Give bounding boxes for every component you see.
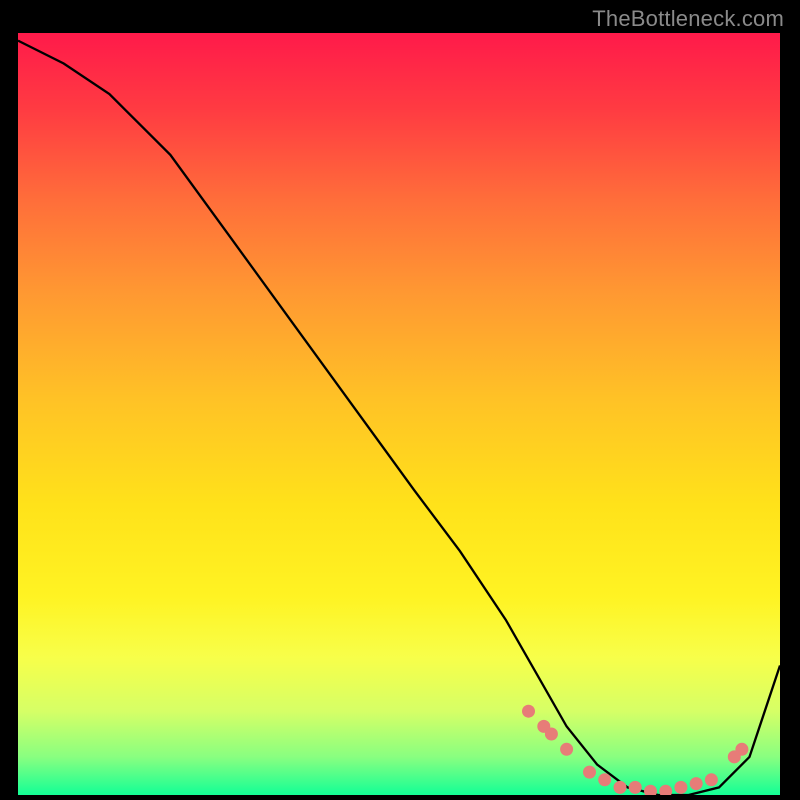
marker-dot: [644, 785, 657, 795]
marker-dot: [674, 781, 687, 794]
bottleneck-curve: [18, 41, 780, 795]
highlight-dots: [522, 705, 748, 795]
marker-dot: [560, 743, 573, 756]
marker-dot: [705, 773, 718, 786]
marker-dot: [629, 781, 642, 794]
marker-dot: [583, 766, 596, 779]
marker-dot: [614, 781, 627, 794]
watermark-text: TheBottleneck.com: [592, 6, 784, 32]
marker-dot: [522, 705, 535, 718]
chart-plot-area: [18, 33, 780, 795]
chart-svg: [18, 33, 780, 795]
marker-dot: [598, 773, 611, 786]
marker-dot: [735, 743, 748, 756]
marker-dot: [545, 728, 558, 741]
marker-dot: [659, 785, 672, 795]
chart-frame: [15, 30, 783, 798]
marker-dot: [690, 777, 703, 790]
